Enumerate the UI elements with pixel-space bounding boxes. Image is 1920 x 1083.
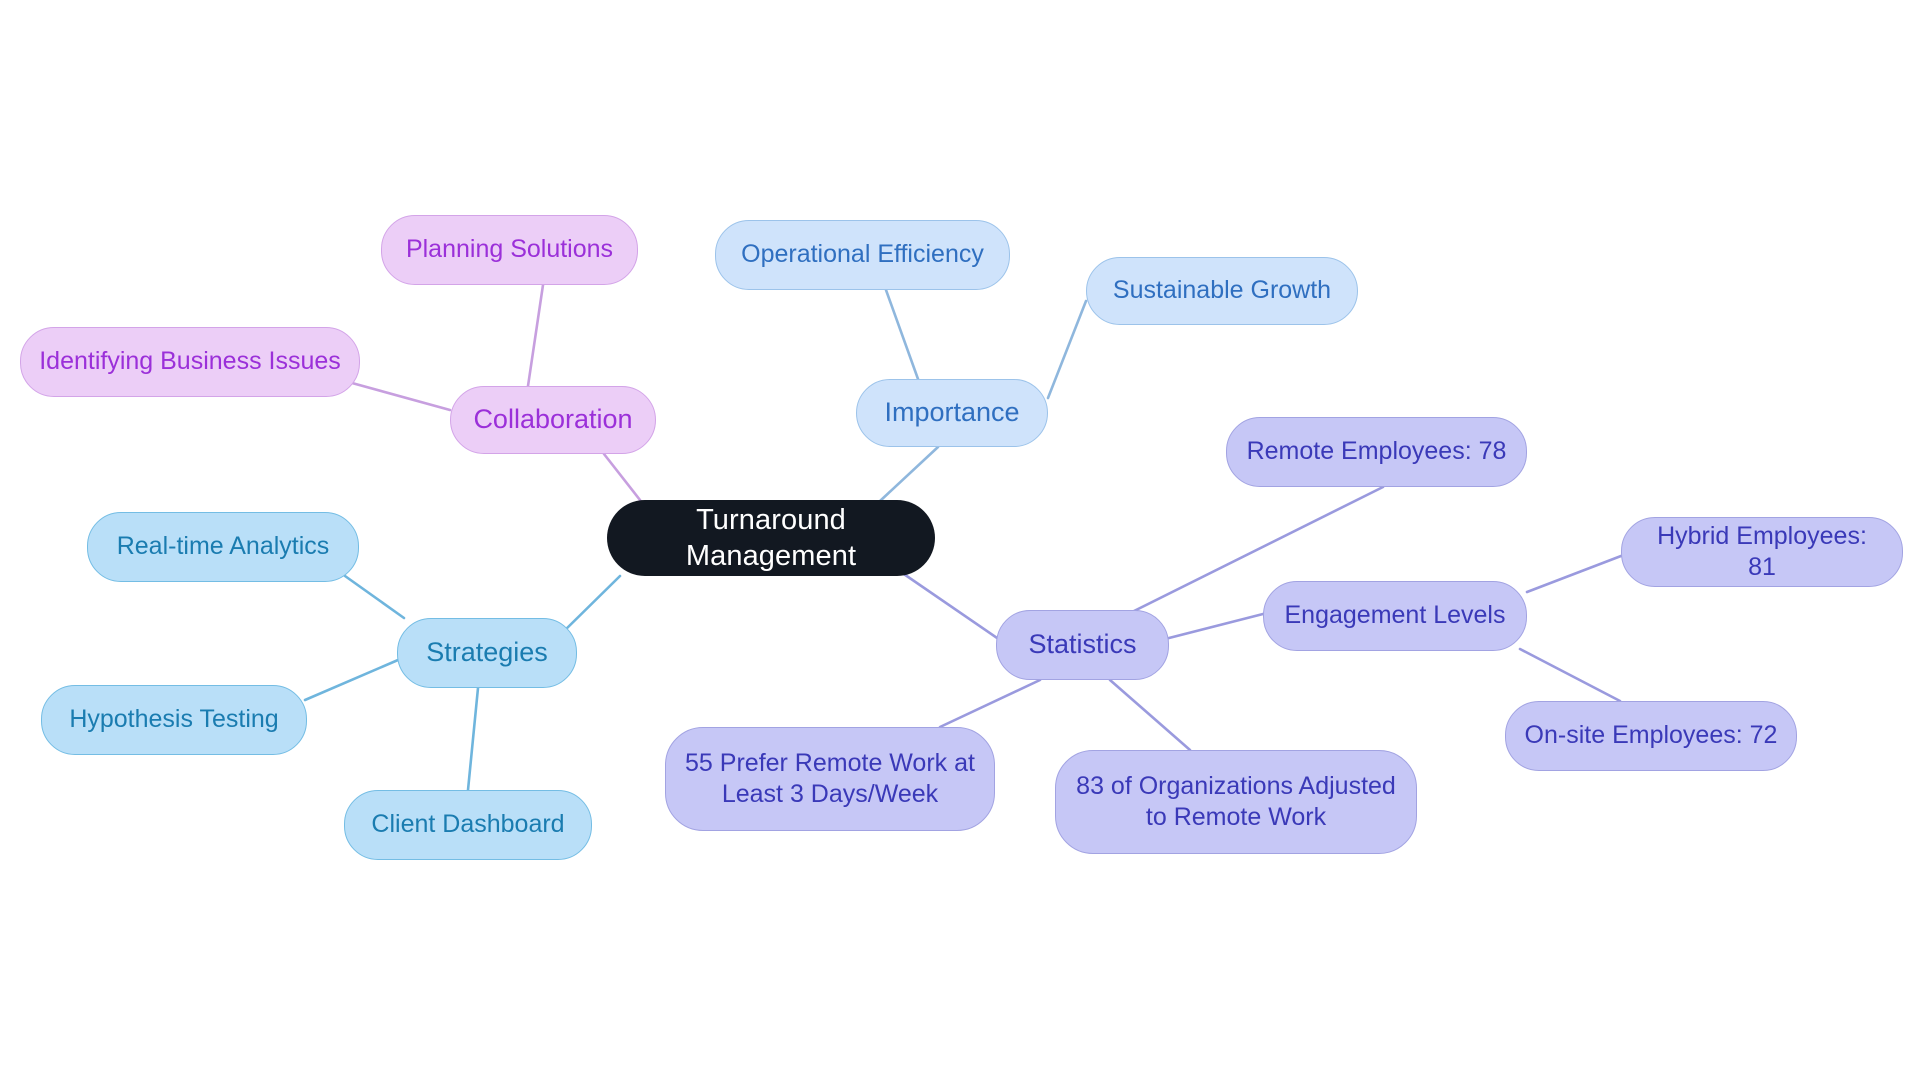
edge-statistics-to-organizations_adjusted	[1108, 678, 1192, 752]
node-organizations-adjusted[interactable]: 83 of Organizations Adjusted to Remote W…	[1055, 750, 1417, 854]
edge-strategies-to-client_dashboard	[466, 686, 480, 792]
edge-engagement_levels-to-hybrid_employees	[1525, 554, 1623, 594]
edge-root-to-collaboration	[602, 452, 642, 502]
edge-root-to-importance	[878, 445, 940, 503]
edge-strategies-to-hypothesis_testing	[303, 658, 400, 702]
node-collaboration[interactable]: Collaboration	[450, 386, 656, 454]
node-hybrid-employees[interactable]: Hybrid Employees: 81	[1621, 517, 1903, 587]
node-remote-employees[interactable]: Remote Employees: 78	[1226, 417, 1527, 487]
node-prefer-remote-work[interactable]: 55 Prefer Remote Work at Least 3 Days/We…	[665, 727, 995, 831]
node-planning-solutions[interactable]: Planning Solutions	[381, 215, 638, 285]
edge-strategies-to-realtime_analytics	[343, 574, 406, 620]
node-statistics[interactable]: Statistics	[996, 610, 1169, 680]
node-onsite-employees[interactable]: On-site Employees: 72	[1505, 701, 1797, 771]
edge-engagement_levels-to-onsite_employees	[1518, 647, 1622, 703]
edge-importance-to-sustainable_growth	[1046, 299, 1088, 400]
node-hypothesis-testing[interactable]: Hypothesis Testing	[41, 685, 307, 755]
node-operational-efficiency[interactable]: Operational Efficiency	[715, 220, 1010, 290]
mindmap-canvas: Turnaround Management Importance Operati…	[0, 0, 1920, 1083]
node-sustainable-growth[interactable]: Sustainable Growth	[1086, 257, 1358, 325]
edge-statistics-to-engagement_levels	[1167, 612, 1265, 640]
edge-collaboration-to-planning_solutions	[526, 283, 545, 388]
node-engagement-levels[interactable]: Engagement Levels	[1263, 581, 1527, 651]
node-importance[interactable]: Importance	[856, 379, 1048, 447]
node-realtime-analytics[interactable]: Real-time Analytics	[87, 512, 359, 582]
edge-statistics-to-prefer_remote_work	[938, 678, 1042, 729]
edge-collaboration-to-identifying_business_issues	[350, 381, 452, 412]
node-turnaround-management[interactable]: Turnaround Management	[607, 500, 935, 576]
edge-root-to-statistics	[896, 568, 1002, 642]
node-identifying-business-issues[interactable]: Identifying Business Issues	[20, 327, 360, 397]
node-client-dashboard[interactable]: Client Dashboard	[344, 790, 592, 860]
edge-importance-to-operational_efficiency	[884, 288, 920, 381]
edge-root-to-strategies	[558, 574, 622, 637]
node-strategies[interactable]: Strategies	[397, 618, 577, 688]
